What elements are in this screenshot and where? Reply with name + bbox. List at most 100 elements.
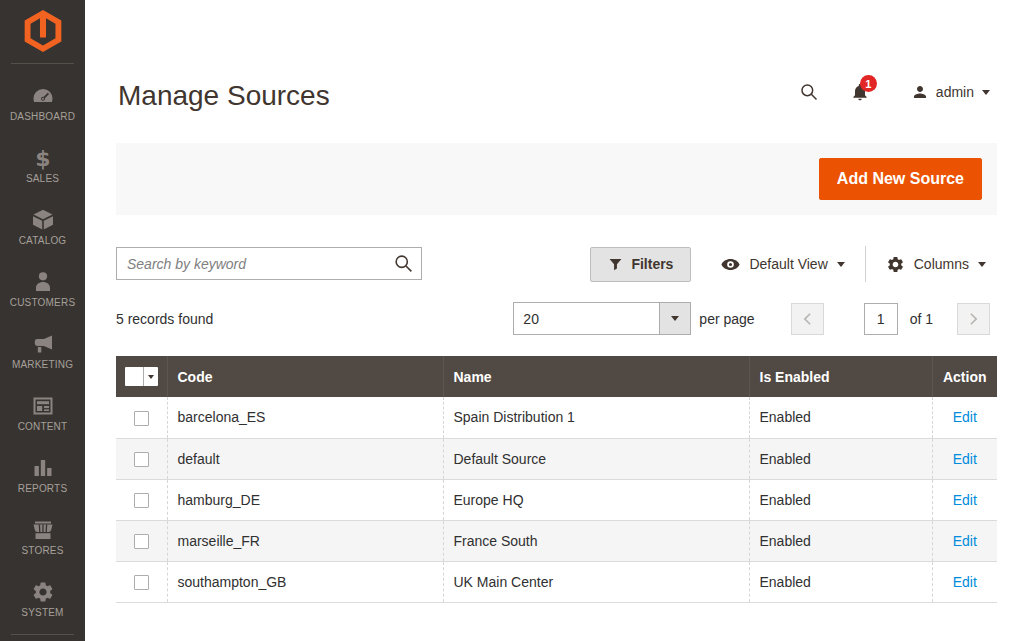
enabled-cell: Enabled <box>749 479 932 520</box>
name-cell: Europe HQ <box>443 479 749 520</box>
main-content: Manage Sources 1 admin Add New Source Fi… <box>85 0 1024 641</box>
enabled-cell: Enabled <box>749 520 932 561</box>
notifications-bell-icon[interactable]: 1 <box>850 82 870 102</box>
sidebar-item-catalog[interactable]: CATALOG <box>0 200 85 262</box>
edit-link[interactable]: Edit <box>953 492 977 508</box>
sidebar-item-marketing[interactable]: MARKETING <box>0 324 85 386</box>
catalog-icon <box>0 208 85 232</box>
filters-button[interactable]: Filters <box>590 247 691 282</box>
row-checkbox[interactable] <box>134 411 149 426</box>
search-icon[interactable] <box>799 82 819 102</box>
code-cell: hamburg_DE <box>167 479 443 520</box>
notification-badge: 1 <box>860 75 877 92</box>
sources-table-body: barcelona_ESSpain Distribution 1EnabledE… <box>116 397 997 602</box>
page-title: Manage Sources <box>118 80 330 112</box>
magento-logo[interactable] <box>0 0 85 53</box>
per-page-select[interactable]: 20 <box>513 302 691 335</box>
view-dropdown[interactable]: Default View <box>721 255 844 274</box>
page-number-input[interactable] <box>864 303 898 335</box>
search-submit-icon[interactable] <box>393 253 414 274</box>
edit-link[interactable]: Edit <box>953 409 977 425</box>
sidebar-item-label: CUSTOMERS <box>0 297 85 308</box>
code-cell: default <box>167 438 443 479</box>
sidebar-item-stores[interactable]: STORES <box>0 510 85 572</box>
row-checkbox[interactable] <box>134 534 149 549</box>
filter-funnel-icon <box>608 257 623 272</box>
select-all-header <box>116 356 167 397</box>
sidebar-item-label: DASHBOARD <box>0 111 85 122</box>
marketing-icon <box>0 332 85 356</box>
select-all-checkbox[interactable] <box>125 367 143 386</box>
row-checkbox[interactable] <box>134 575 149 590</box>
select-all-control[interactable] <box>125 367 158 386</box>
sidebar-divider <box>11 63 74 64</box>
sidebar-menu: DASHBOARD $ SALES CATALOG CUSTOMERS MARKETING… <box>0 76 85 634</box>
sidebar-item-customers[interactable]: CUSTOMERS <box>0 262 85 324</box>
prev-page-button[interactable] <box>791 303 824 335</box>
content-icon <box>0 394 85 418</box>
svg-text:$: $ <box>35 146 50 170</box>
sidebar-item-reports[interactable]: REPORTS <box>0 448 85 510</box>
row-select-cell <box>116 438 167 479</box>
total-pages-label: of 1 <box>910 311 933 327</box>
row-select-cell <box>116 520 167 561</box>
select-all-dropdown[interactable] <box>143 367 158 386</box>
edit-link[interactable]: Edit <box>953 574 977 590</box>
table-header-row: Code Name Is Enabled Action <box>116 356 997 397</box>
chevron-left-icon <box>803 312 812 326</box>
sidebar-item-label: REPORTS <box>0 483 85 494</box>
chevron-down-icon <box>837 262 845 267</box>
action-cell: Edit <box>932 397 997 438</box>
enabled-cell: Enabled <box>749 397 932 438</box>
sidebar-divider-bottom <box>11 634 74 635</box>
sidebar-item-label: MARKETING <box>0 359 85 370</box>
sidebar-item-content[interactable]: CONTENT <box>0 386 85 448</box>
enabled-cell: Enabled <box>749 561 932 602</box>
user-icon <box>911 83 929 101</box>
sidebar-item-system[interactable]: SYSTEM <box>0 572 85 634</box>
sidebar-item-label: SYSTEM <box>0 607 85 618</box>
action-cell: Edit <box>932 438 997 479</box>
eye-icon <box>721 255 740 274</box>
admin-account-menu[interactable]: admin <box>911 83 990 101</box>
sidebar-item-dashboard[interactable]: DASHBOARD <box>0 76 85 138</box>
action-cell: Edit <box>932 520 997 561</box>
customers-icon <box>0 270 85 294</box>
name-cell: UK Main Center <box>443 561 749 602</box>
sidebar-item-label: SALES <box>0 173 85 184</box>
sales-icon: $ <box>0 146 85 170</box>
keyword-search <box>116 247 422 280</box>
action-bar: Add New Source <box>116 143 997 215</box>
records-count: 5 records found <box>116 311 213 327</box>
column-header-code[interactable]: Code <box>167 356 443 397</box>
chevron-right-icon <box>969 312 978 326</box>
header-actions: 1 admin <box>799 82 990 102</box>
column-header-is-enabled[interactable]: Is Enabled <box>749 356 932 397</box>
action-cell: Edit <box>932 479 997 520</box>
sidebar-item-sales[interactable]: $ SALES <box>0 138 85 200</box>
view-label: Default View <box>749 256 827 272</box>
row-checkbox[interactable] <box>134 493 149 508</box>
filters-label: Filters <box>631 256 673 272</box>
name-cell: Spain Distribution 1 <box>443 397 749 438</box>
code-cell: southampton_GB <box>167 561 443 602</box>
name-cell: Default Source <box>443 438 749 479</box>
system-icon <box>0 580 85 604</box>
edit-link[interactable]: Edit <box>953 533 977 549</box>
edit-link[interactable]: Edit <box>953 451 977 467</box>
next-page-button[interactable] <box>957 303 990 335</box>
column-header-name[interactable]: Name <box>443 356 749 397</box>
row-checkbox[interactable] <box>134 452 149 467</box>
per-page-value: 20 <box>514 311 659 327</box>
pagination: 20 per page of 1 <box>513 302 990 335</box>
columns-dropdown[interactable]: Columns <box>886 255 986 274</box>
sidebar-item-label: CONTENT <box>0 421 85 432</box>
reports-icon <box>0 456 85 480</box>
admin-username: admin <box>936 84 974 100</box>
table-row: defaultDefault SourceEnabledEdit <box>116 438 997 479</box>
add-new-source-button[interactable]: Add New Source <box>819 158 982 200</box>
gear-icon <box>886 255 905 274</box>
search-input[interactable] <box>116 247 422 280</box>
row-select-cell <box>116 561 167 602</box>
toolbar-divider <box>865 246 866 282</box>
